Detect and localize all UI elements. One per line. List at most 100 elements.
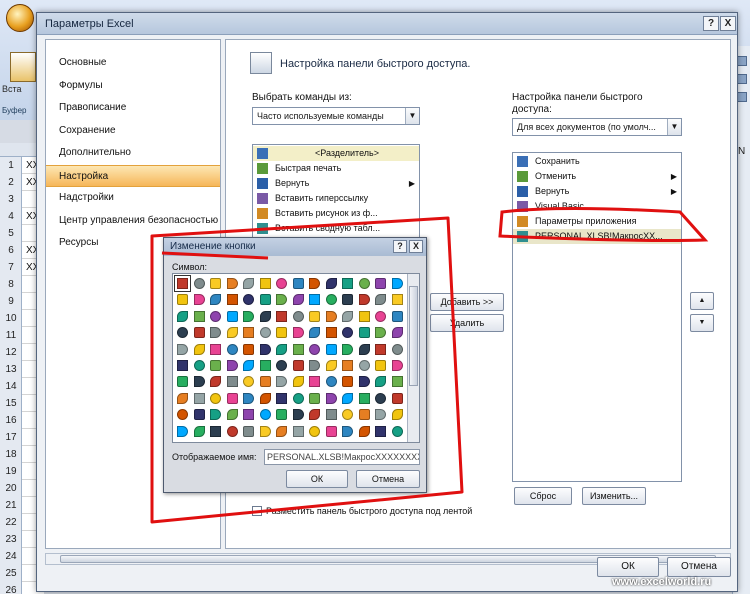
modify-button[interactable]: Изменить... — [582, 487, 646, 505]
row-number[interactable]: 21 — [0, 500, 22, 511]
symbol-icon[interactable] — [208, 276, 223, 291]
symbol-icon[interactable] — [258, 391, 273, 406]
nav-item[interactable]: Надстройки — [46, 187, 220, 209]
symbol-icon[interactable] — [324, 391, 339, 406]
reset-button[interactable]: Сброс — [514, 487, 572, 505]
symbol-icon[interactable] — [340, 342, 355, 357]
paste-icon[interactable] — [10, 52, 36, 82]
list-item[interactable]: Отменить ▶ — [513, 169, 681, 184]
symbol-icon[interactable] — [357, 374, 372, 389]
symbol-icon[interactable] — [175, 358, 190, 373]
symbol-icon[interactable] — [208, 374, 223, 389]
symbol-icon[interactable] — [357, 276, 372, 291]
row-number[interactable]: 24 — [0, 551, 22, 562]
symbol-icon[interactable] — [357, 391, 372, 406]
ribbon-icon[interactable] — [737, 74, 747, 84]
symbol-icon[interactable] — [175, 292, 190, 307]
symbol-icon[interactable] — [241, 374, 256, 389]
move-up-button[interactable]: ▲ — [690, 292, 714, 310]
symbol-icon[interactable] — [274, 342, 289, 357]
nav-item[interactable]: Основные — [46, 52, 220, 74]
symbol-icon[interactable] — [225, 292, 240, 307]
symbol-icon[interactable] — [291, 276, 306, 291]
symbol-icon[interactable] — [175, 391, 190, 406]
nav-item[interactable]: Сохранение — [46, 120, 220, 142]
symbol-icon[interactable] — [291, 424, 306, 439]
symbol-icon[interactable] — [340, 325, 355, 340]
dialog-titlebar[interactable]: Параметры Excel ? X — [37, 13, 737, 35]
symbol-icon[interactable] — [390, 407, 405, 422]
row-number[interactable]: 1 — [0, 160, 22, 171]
symbol-icon[interactable] — [390, 391, 405, 406]
office-button-icon[interactable] — [6, 4, 34, 32]
move-down-button[interactable]: ▼ — [690, 314, 714, 332]
symbol-icon[interactable] — [340, 424, 355, 439]
display-name-input[interactable]: PERSONAL.XLSB!МакросXXXXXXXXX — [264, 449, 420, 465]
row-number[interactable]: 17 — [0, 432, 22, 443]
symbol-icon[interactable] — [192, 309, 207, 324]
symbol-icon[interactable] — [340, 374, 355, 389]
symbol-icon[interactable] — [225, 374, 240, 389]
symbol-icon[interactable] — [208, 342, 223, 357]
symbol-icon[interactable] — [357, 292, 372, 307]
symbol-icon[interactable] — [324, 358, 339, 373]
symbol-icon[interactable] — [258, 374, 273, 389]
symbol-icon[interactable] — [357, 407, 372, 422]
list-item[interactable]: Вставить сводную табл... — [253, 221, 419, 236]
symbol-icon[interactable] — [241, 424, 256, 439]
symbol-icon[interactable] — [291, 342, 306, 357]
row-number[interactable]: 10 — [0, 313, 22, 324]
nav-item[interactable]: Дополнительно — [46, 142, 220, 164]
symbol-icon[interactable] — [274, 309, 289, 324]
symbol-icon[interactable] — [291, 391, 306, 406]
modify-help-button[interactable]: ? — [393, 240, 407, 253]
symbol-icon[interactable] — [324, 374, 339, 389]
symbol-icon[interactable] — [192, 374, 207, 389]
symbol-icon[interactable] — [192, 424, 207, 439]
symbol-icon[interactable] — [291, 374, 306, 389]
symbol-icon[interactable] — [324, 276, 339, 291]
symbol-icon[interactable] — [274, 325, 289, 340]
symbol-icon[interactable] — [291, 325, 306, 340]
symbol-icon[interactable] — [307, 407, 322, 422]
symbol-icon[interactable] — [274, 424, 289, 439]
symbol-icon[interactable] — [175, 424, 190, 439]
add-button[interactable]: Добавить >> — [430, 293, 504, 311]
row-number[interactable]: 25 — [0, 568, 22, 579]
chevron-down-icon[interactable]: ▼ — [405, 108, 419, 124]
symbol-icon[interactable] — [291, 407, 306, 422]
symbol-grid-scrollbar[interactable] — [407, 274, 419, 442]
symbol-icon[interactable] — [307, 276, 322, 291]
symbol-icon[interactable] — [192, 276, 207, 291]
symbol-icon[interactable] — [390, 309, 405, 324]
symbol-icon[interactable] — [357, 342, 372, 357]
symbol-icon[interactable] — [390, 342, 405, 357]
modify-cancel-button[interactable]: Отмена — [356, 470, 420, 488]
symbol-icon[interactable] — [258, 342, 273, 357]
help-button[interactable]: ? — [703, 16, 719, 31]
ribbon-icon[interactable] — [737, 92, 747, 102]
symbol-icon[interactable] — [324, 407, 339, 422]
symbol-icon[interactable] — [241, 407, 256, 422]
symbol-icon[interactable] — [192, 407, 207, 422]
symbol-icon[interactable] — [192, 342, 207, 357]
symbol-icon[interactable] — [307, 424, 322, 439]
symbol-icon[interactable] — [241, 276, 256, 291]
symbol-icon[interactable] — [241, 309, 256, 324]
symbol-icon[interactable] — [241, 358, 256, 373]
choose-commands-combo[interactable]: Часто используемые команды ▼ — [252, 107, 420, 125]
scrollbar-thumb[interactable] — [409, 286, 418, 386]
symbol-icon[interactable] — [174, 275, 191, 292]
nav-item[interactable]: Формулы — [46, 75, 220, 97]
symbol-icon[interactable] — [390, 374, 405, 389]
close-button[interactable]: X — [720, 16, 736, 31]
row-number[interactable]: 20 — [0, 483, 22, 494]
symbol-icon[interactable] — [357, 358, 372, 373]
symbol-icon[interactable] — [307, 391, 322, 406]
symbol-icon[interactable] — [373, 342, 388, 357]
symbol-icon[interactable] — [274, 374, 289, 389]
row-number[interactable]: 11 — [0, 330, 22, 341]
modify-dialog-titlebar[interactable]: Изменение кнопки ? X — [164, 238, 426, 256]
symbol-icon[interactable] — [307, 309, 322, 324]
symbol-icon[interactable] — [390, 325, 405, 340]
